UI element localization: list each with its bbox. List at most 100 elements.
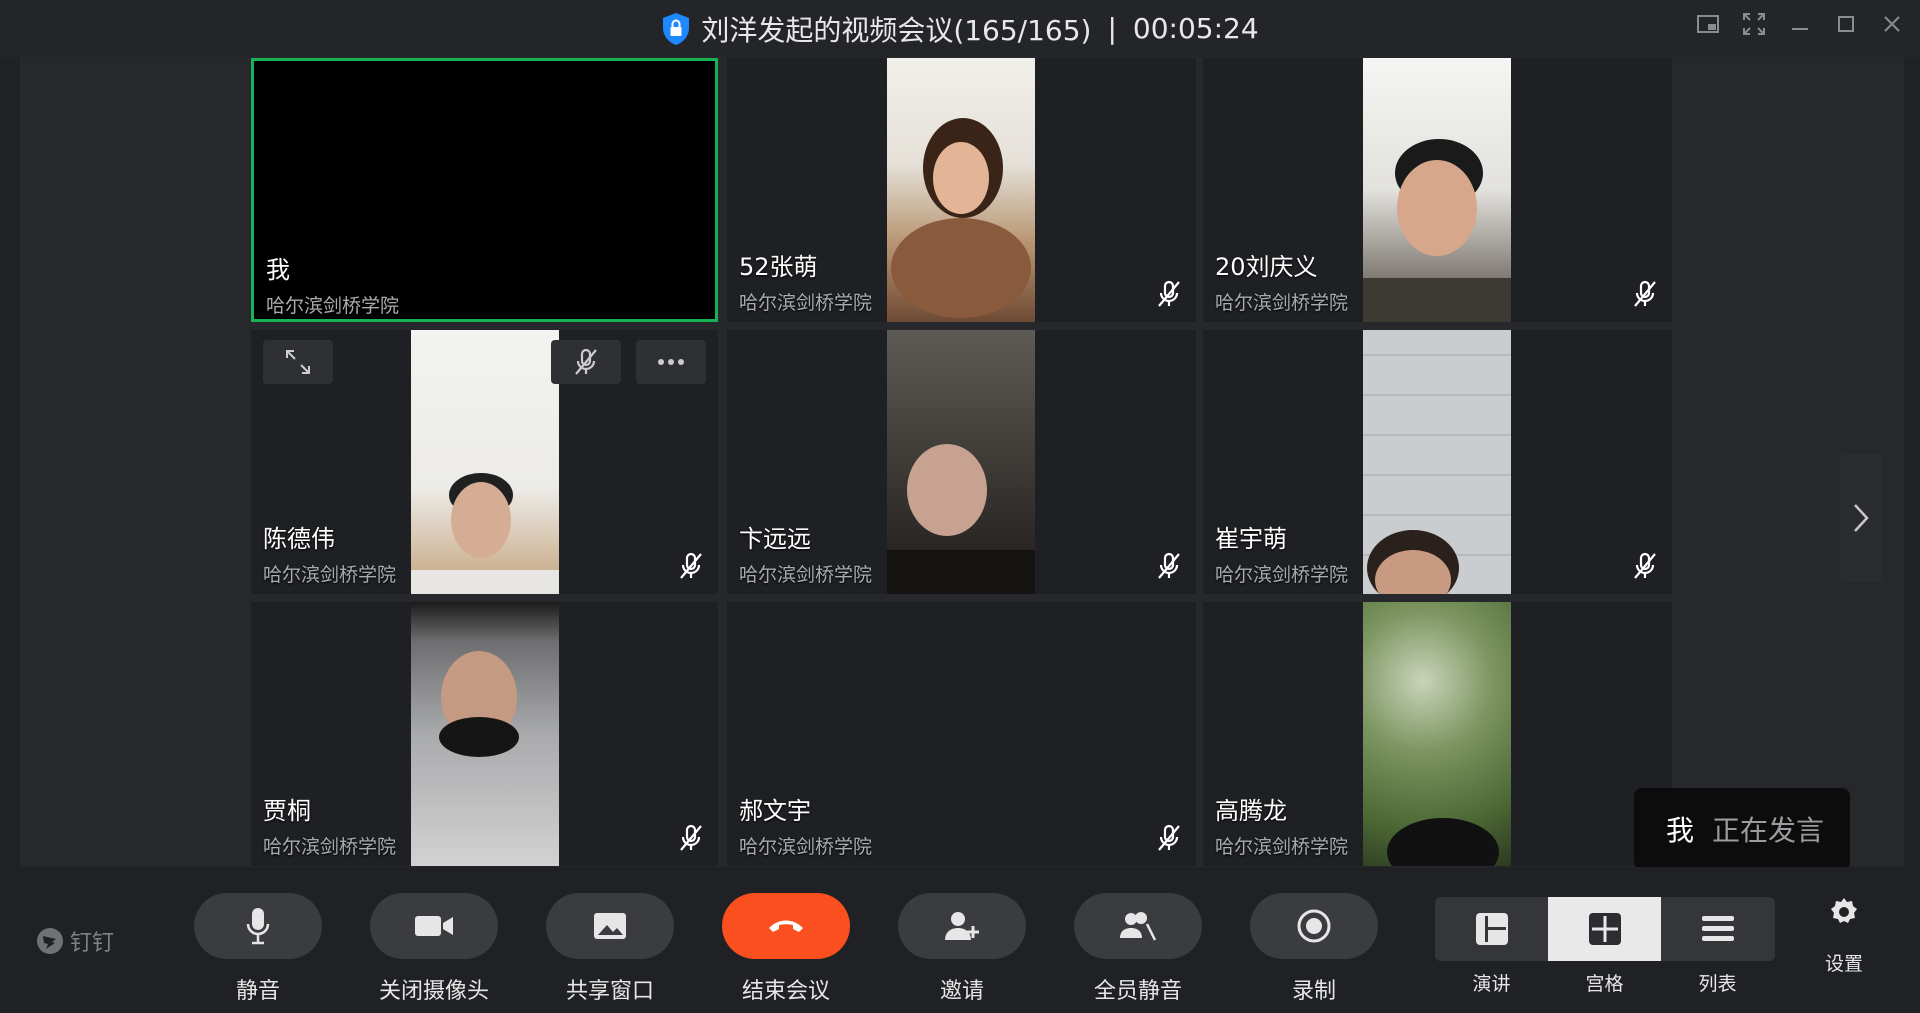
fullscreen-icon[interactable] bbox=[1742, 12, 1766, 36]
layout-labels: 演讲 宫格 列表 bbox=[1435, 969, 1775, 996]
participant-org: 哈尔滨剑桥学院 bbox=[266, 295, 400, 317]
layout-switcher bbox=[1435, 897, 1775, 961]
mute-all-icon bbox=[1120, 912, 1157, 941]
participant-tile[interactable]: 高腾龙 哈尔滨剑桥学院 bbox=[1203, 602, 1672, 866]
participant-org: 哈尔滨剑桥学院 bbox=[263, 564, 397, 586]
grid-layout-icon bbox=[1588, 913, 1621, 945]
dingtalk-logo: 钉钉 bbox=[36, 925, 114, 957]
layout-list-button[interactable] bbox=[1661, 897, 1774, 961]
participant-video bbox=[1363, 58, 1511, 322]
dingtalk-icon bbox=[37, 928, 63, 954]
participant-tile[interactable]: 20刘庆义 哈尔滨剑桥学院 bbox=[1203, 58, 1672, 322]
meeting-timer: 00:05:24 bbox=[1132, 12, 1259, 45]
more-icon bbox=[658, 359, 684, 365]
speaking-status: 正在发言 bbox=[1712, 814, 1825, 847]
participant-name: 高腾龙 bbox=[1215, 797, 1287, 825]
end-meeting-button[interactable]: 结束会议 bbox=[721, 893, 851, 1005]
end-meeting-label: 结束会议 bbox=[741, 979, 830, 1004]
mute-all-button[interactable]: 全员静音 bbox=[1073, 893, 1203, 1005]
settings-label: 设置 bbox=[1824, 953, 1863, 975]
camera-off-button[interactable]: 关闭摄像头 bbox=[369, 893, 499, 1005]
mic-muted-icon bbox=[575, 348, 597, 375]
participant-video bbox=[411, 330, 559, 594]
participant-video bbox=[411, 602, 559, 866]
mic-muted-icon bbox=[1158, 824, 1180, 851]
expand-icon bbox=[286, 350, 310, 374]
participant-org: 哈尔滨剑桥学院 bbox=[739, 564, 873, 586]
participant-video bbox=[887, 330, 1035, 594]
close-icon[interactable] bbox=[1880, 12, 1904, 36]
settings-button[interactable]: 设置 bbox=[1812, 897, 1876, 976]
add-person-icon bbox=[945, 912, 979, 940]
window-controls bbox=[1696, 12, 1904, 36]
participant-tile[interactable]: 陈德伟 哈尔滨剑桥学院 bbox=[251, 330, 718, 594]
participant-org: 哈尔滨剑桥学院 bbox=[739, 292, 873, 314]
camera-icon bbox=[415, 916, 453, 936]
participant-tile[interactable]: 贾桐 哈尔滨剑桥学院 bbox=[251, 602, 718, 866]
chevron-right-icon bbox=[1854, 504, 1869, 532]
layout-grid-button[interactable] bbox=[1548, 897, 1661, 961]
mic-muted-icon bbox=[1158, 280, 1180, 307]
participant-name: 贾桐 bbox=[263, 797, 311, 825]
meeting-title: 刘洋发起的视频会议(165/165) | 00:05:24 bbox=[0, 0, 1920, 57]
participant-video bbox=[887, 58, 1035, 322]
share-window-label: 共享窗口 bbox=[565, 979, 654, 1004]
participant-tile-self[interactable]: 我 哈尔滨剑桥学院 bbox=[251, 58, 718, 322]
participant-org: 哈尔滨剑桥学院 bbox=[1215, 292, 1349, 314]
mic-muted-icon bbox=[1634, 552, 1656, 579]
speaking-indicator: 我 正在发言 bbox=[1634, 788, 1850, 870]
mute-all-label: 全员静音 bbox=[1093, 979, 1182, 1004]
mute-label: 静音 bbox=[235, 979, 280, 1004]
mute-participant-button[interactable] bbox=[551, 340, 621, 384]
hang-up-icon bbox=[769, 920, 803, 932]
mic-muted-icon bbox=[1634, 280, 1656, 307]
participant-name: 52张萌 bbox=[739, 253, 818, 281]
participant-tile[interactable]: 52张萌 哈尔滨剑桥学院 bbox=[727, 58, 1196, 322]
participant-org: 哈尔滨剑桥学院 bbox=[263, 836, 397, 858]
record-icon bbox=[1297, 909, 1331, 943]
layout-list-label: 列表 bbox=[1698, 973, 1737, 995]
title-bar: 刘洋发起的视频会议(165/165) | 00:05:24 bbox=[0, 0, 1920, 57]
meeting-toolbar: 钉钉 静音 关闭摄像头 共享窗口 结束会议 邀请 全员静音 录制 演讲 宫格 列… bbox=[0, 867, 1920, 1013]
mute-button[interactable]: 静音 bbox=[193, 893, 323, 1005]
picture-in-picture-icon[interactable] bbox=[1696, 12, 1720, 36]
participant-name: 陈德伟 bbox=[263, 525, 335, 553]
participant-tile[interactable]: 卞远远 哈尔滨剑桥学院 bbox=[727, 330, 1196, 594]
mic-muted-icon bbox=[680, 552, 702, 579]
layout-grid-label: 宫格 bbox=[1585, 973, 1624, 995]
title-separator: | bbox=[1107, 12, 1117, 45]
minimize-icon[interactable] bbox=[1788, 12, 1812, 36]
invite-label: 邀请 bbox=[939, 979, 984, 1004]
layout-speaker-button[interactable] bbox=[1435, 897, 1548, 961]
participant-name: 卞远远 bbox=[739, 525, 811, 553]
share-screen-icon bbox=[594, 913, 626, 939]
invite-button[interactable]: 邀请 bbox=[897, 893, 1027, 1005]
participant-org: 哈尔滨剑桥学院 bbox=[1215, 836, 1349, 858]
participant-video bbox=[1363, 602, 1511, 866]
participant-name: 我 bbox=[266, 256, 290, 284]
maximize-icon[interactable] bbox=[1834, 12, 1858, 36]
more-options-button[interactable] bbox=[636, 340, 706, 384]
participant-video bbox=[1363, 330, 1511, 594]
security-shield-icon bbox=[663, 12, 690, 45]
record-label: 录制 bbox=[1291, 979, 1336, 1004]
share-window-button[interactable]: 共享窗口 bbox=[545, 893, 675, 1005]
participant-name: 20刘庆义 bbox=[1215, 253, 1318, 281]
participant-name: 崔宇萌 bbox=[1215, 525, 1287, 553]
layout-speaker-label: 演讲 bbox=[1472, 973, 1511, 995]
expand-button[interactable] bbox=[263, 340, 333, 384]
microphone-icon bbox=[246, 908, 270, 945]
mic-muted-icon bbox=[1158, 552, 1180, 579]
participant-tile[interactable]: 郝文宇 哈尔滨剑桥学院 bbox=[727, 602, 1196, 866]
record-button[interactable]: 录制 bbox=[1249, 893, 1379, 1005]
gear-icon bbox=[1831, 898, 1857, 923]
meeting-title-text: 刘洋发起的视频会议(165/165) bbox=[701, 13, 1092, 47]
participant-org: 哈尔滨剑桥学院 bbox=[1215, 564, 1349, 586]
list-layout-icon bbox=[1701, 916, 1734, 941]
participant-tile[interactable]: 崔宇萌 哈尔滨剑桥学院 bbox=[1203, 330, 1672, 594]
speaker-name: 我 bbox=[1666, 814, 1695, 847]
speaker-layout-icon bbox=[1475, 913, 1508, 945]
mic-muted-icon bbox=[680, 824, 702, 851]
next-page-button[interactable] bbox=[1840, 454, 1882, 582]
participant-name: 郝文宇 bbox=[739, 797, 811, 825]
